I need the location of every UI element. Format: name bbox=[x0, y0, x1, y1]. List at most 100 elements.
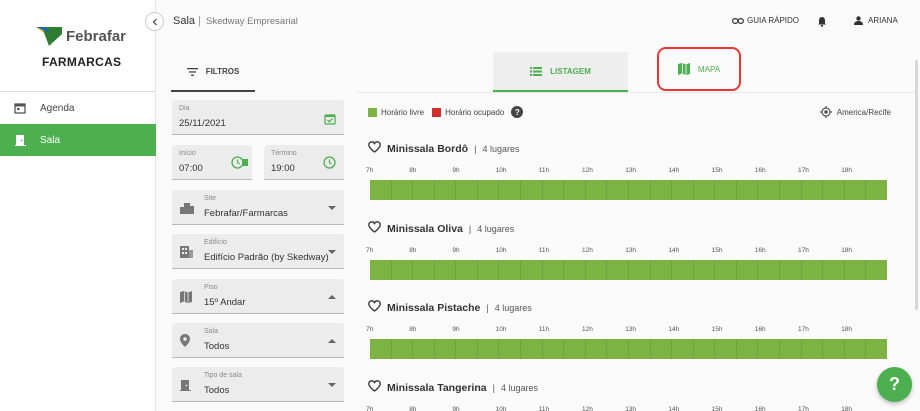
time-slot-free[interactable] bbox=[672, 339, 694, 359]
time-slot-free[interactable] bbox=[370, 339, 392, 359]
time-slot-free[interactable] bbox=[693, 339, 716, 359]
time-slot-free[interactable] bbox=[801, 339, 824, 359]
favorite-heart-icon[interactable] bbox=[368, 140, 381, 158]
time-slot-free[interactable] bbox=[391, 260, 414, 280]
time-slot-free[interactable] bbox=[521, 339, 543, 359]
time-slot-free[interactable] bbox=[585, 339, 608, 359]
time-slot-free[interactable] bbox=[585, 180, 608, 200]
time-slot-free[interactable] bbox=[413, 180, 435, 200]
time-slot-free[interactable] bbox=[607, 260, 629, 280]
time-slot-free[interactable] bbox=[499, 260, 522, 280]
time-slot-free[interactable] bbox=[758, 260, 780, 280]
collapse-sidebar-button[interactable] bbox=[145, 12, 164, 31]
time-slot-free[interactable] bbox=[779, 339, 802, 359]
time-slot-free[interactable] bbox=[370, 260, 392, 280]
time-slot-free[interactable] bbox=[477, 180, 500, 200]
time-slot-free[interactable] bbox=[736, 260, 759, 280]
time-slot-free[interactable] bbox=[736, 339, 759, 359]
room-name[interactable]: Minissala Tangerina bbox=[387, 382, 487, 394]
clock-icon[interactable] bbox=[323, 156, 336, 174]
user-menu[interactable]: ARIANA bbox=[854, 16, 898, 25]
floor-select[interactable]: Piso 15º Andar bbox=[172, 279, 344, 314]
time-slot-free[interactable] bbox=[758, 339, 780, 359]
time-slot-free[interactable] bbox=[779, 260, 802, 280]
time-slot-free[interactable] bbox=[456, 339, 478, 359]
room-select[interactable]: Sala Todos bbox=[172, 323, 344, 358]
time-slot-free[interactable] bbox=[672, 180, 694, 200]
room-name[interactable]: Minissala Bordô bbox=[387, 143, 468, 155]
time-slot-free[interactable] bbox=[801, 180, 824, 200]
time-slot-free[interactable] bbox=[456, 260, 478, 280]
favorite-heart-icon[interactable] bbox=[368, 379, 381, 397]
time-slot-free[interactable] bbox=[844, 180, 867, 200]
time-slot-free[interactable] bbox=[434, 260, 457, 280]
time-slot-free[interactable] bbox=[434, 180, 457, 200]
time-slot-free[interactable] bbox=[650, 180, 673, 200]
room-name[interactable]: Minissala Pistache bbox=[387, 302, 480, 314]
site-select[interactable]: Site Febrafar/Farmarcas bbox=[172, 190, 344, 225]
help-fab-button[interactable]: ? bbox=[877, 367, 912, 402]
time-slot-free[interactable] bbox=[715, 339, 737, 359]
time-slot-free[interactable] bbox=[758, 180, 780, 200]
time-slot-free[interactable] bbox=[715, 260, 737, 280]
time-slot-free[interactable] bbox=[628, 339, 651, 359]
time-slot-free[interactable] bbox=[866, 339, 887, 359]
time-slot-free[interactable] bbox=[628, 260, 651, 280]
time-slot-free[interactable] bbox=[650, 339, 673, 359]
date-field[interactable]: Dia 25/11/2021 bbox=[172, 100, 344, 135]
time-slot-free[interactable] bbox=[477, 260, 500, 280]
time-slot-free[interactable] bbox=[542, 339, 565, 359]
time-slot-free[interactable] bbox=[736, 180, 759, 200]
time-slot-free[interactable] bbox=[391, 339, 414, 359]
time-slot-free[interactable] bbox=[499, 339, 522, 359]
notifications-button[interactable] bbox=[817, 16, 827, 27]
time-slot-free[interactable] bbox=[779, 180, 802, 200]
time-slot-free[interactable] bbox=[370, 180, 392, 200]
time-slot-free[interactable] bbox=[650, 260, 673, 280]
time-slot-free[interactable] bbox=[715, 180, 737, 200]
time-slot-free[interactable] bbox=[564, 339, 586, 359]
time-slot-free[interactable] bbox=[823, 339, 845, 359]
sidebar-item-sala[interactable]: Sala bbox=[0, 124, 156, 156]
start-time-field[interactable]: Início 07:00 bbox=[172, 145, 252, 180]
time-slot-free[interactable] bbox=[542, 260, 565, 280]
time-slot-free[interactable] bbox=[607, 180, 629, 200]
time-slot-free[interactable] bbox=[866, 180, 887, 200]
time-slot-free[interactable] bbox=[564, 260, 586, 280]
time-slot-free[interactable] bbox=[413, 260, 435, 280]
time-slot-free[interactable] bbox=[693, 260, 716, 280]
time-slot-free[interactable] bbox=[585, 260, 608, 280]
tab-mapa[interactable]: MAPA bbox=[657, 47, 741, 91]
time-slot-free[interactable] bbox=[844, 339, 867, 359]
time-slot-free[interactable] bbox=[521, 180, 543, 200]
room-name[interactable]: Minissala Oliva bbox=[387, 223, 463, 235]
timezone-selector[interactable]: America/Recife bbox=[819, 106, 891, 118]
calendar-check-icon[interactable] bbox=[324, 112, 336, 130]
time-slot-free[interactable] bbox=[693, 180, 716, 200]
time-slot-free[interactable] bbox=[434, 339, 457, 359]
time-slot-free[interactable] bbox=[607, 339, 629, 359]
time-slot-free[interactable] bbox=[672, 260, 694, 280]
clock-icon[interactable] bbox=[231, 156, 249, 174]
time-slot-free[interactable] bbox=[521, 260, 543, 280]
quick-guide-button[interactable]: GUIA RÁPIDO bbox=[732, 16, 799, 25]
time-slot-free[interactable] bbox=[823, 260, 845, 280]
tab-listagem[interactable]: LISTAGEM bbox=[493, 52, 628, 92]
room-type-select[interactable]: Tipo de sala Todos bbox=[172, 367, 344, 402]
time-slot-free[interactable] bbox=[391, 180, 414, 200]
help-icon[interactable]: ? bbox=[511, 106, 524, 118]
sidebar-item-agenda[interactable]: Agenda bbox=[0, 92, 156, 124]
time-slot-free[interactable] bbox=[477, 339, 500, 359]
time-slot-free[interactable] bbox=[413, 339, 435, 359]
scrollbar[interactable] bbox=[915, 60, 918, 310]
favorite-heart-icon[interactable] bbox=[368, 299, 381, 317]
favorite-heart-icon[interactable] bbox=[368, 220, 381, 238]
time-slot-free[interactable] bbox=[844, 260, 867, 280]
end-time-field[interactable]: Término 19:00 bbox=[264, 145, 344, 180]
filters-tab[interactable]: FILTROS bbox=[171, 53, 255, 92]
time-slot-free[interactable] bbox=[456, 180, 478, 200]
time-slot-free[interactable] bbox=[823, 180, 845, 200]
time-slot-free[interactable] bbox=[628, 180, 651, 200]
time-slot-free[interactable] bbox=[542, 180, 565, 200]
time-slot-free[interactable] bbox=[866, 260, 887, 280]
